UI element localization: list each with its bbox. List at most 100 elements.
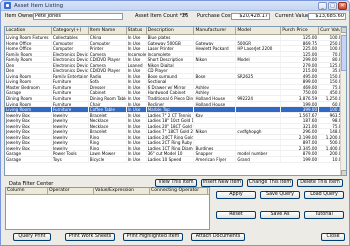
cell-purch-price: 897.00 (281, 140, 320, 145)
cell-description: Nikon Digital (147, 62, 195, 68)
count-value: 26 (182, 13, 189, 19)
cell-model (236, 51, 282, 57)
query-print-button[interactable]: Query Print (13, 233, 51, 241)
data-filter-grid[interactable]: Column Operator Value/Expression Connect… (5, 187, 210, 230)
cell-location: Living Room (5, 107, 52, 112)
cell-item-name: Computer (89, 40, 127, 46)
maximize-button[interactable]: □ (328, 2, 337, 10)
cell-description: Traditional 6 Piece Dining Room (147, 96, 195, 101)
cell-category: Furniture (52, 101, 89, 107)
load-query-button[interactable]: Load Query (304, 191, 344, 199)
print-highlighted-button[interactable]: Print Highlighted Item (123, 233, 183, 241)
close-window-button[interactable]: ✕ (338, 2, 347, 10)
owner-field[interactable]: Pete Jones (33, 13, 123, 20)
cell-category: Electronics Devices (52, 57, 89, 62)
cell-description: Sectional (147, 79, 195, 84)
cell-purch-price: 899.00 (281, 79, 320, 84)
cell-purch-price: 3,876.59 (281, 96, 320, 101)
apply-button[interactable]: Apply (216, 191, 256, 199)
cell-manufacturer: Nikon (194, 57, 237, 62)
column-header-location[interactable]: Location (5, 27, 52, 34)
cell-location: Garage (5, 90, 52, 96)
column-header-item-name[interactable]: Item Name (89, 27, 127, 34)
cell-model (236, 145, 282, 151)
cell-description: Marble Top (147, 107, 195, 112)
cell-description: Ladies 20" 18CT Gold 25GR (147, 123, 195, 129)
cell-purch-price: 869.75 (281, 40, 320, 46)
cell-location: Jewelry Box (5, 118, 52, 123)
window-controls: _ □ ✕ (318, 2, 347, 10)
cell-description: Recliner (147, 101, 195, 107)
minimize-button[interactable]: _ (318, 2, 327, 10)
cell-category: Computer (52, 46, 89, 51)
cell-manufacturer: Gateway (194, 40, 237, 46)
cell-category: Collectables (52, 35, 89, 40)
cell-category: Furniture (52, 84, 89, 90)
asset-items-grid[interactable]: Location Category(+) Item Name Status Descri… (4, 26, 347, 176)
cell-status: In Use (127, 134, 147, 140)
cell-location: Master Bedroom (5, 84, 52, 90)
cell-model: cvdfghopgh (236, 129, 282, 134)
cell-status: In Use (127, 35, 147, 40)
cell-category: Jewelry (52, 123, 89, 129)
column-header-purch-price[interactable]: Purch Price (281, 27, 320, 34)
scroll-up-arrow-icon[interactable] (341, 27, 346, 33)
cell-category: Furniture (52, 79, 89, 84)
print-work-sheets-button[interactable]: Print Work Sheets (65, 233, 115, 241)
cell-purch-price: 125.00 (281, 51, 320, 57)
save-query-button[interactable]: Save Query (260, 191, 300, 199)
cell-location: Jewelry Box (5, 123, 52, 129)
cell-model (236, 134, 282, 140)
cell-manufacturer: American Flyer (194, 157, 237, 162)
table-row[interactable]: Garage Toys Bicycle In Use Ladies 10 Speed Am… (5, 157, 346, 163)
cell-model (236, 35, 282, 40)
column-header-manufacturer[interactable]: Manufacturer (194, 27, 237, 34)
cell-status: Loaned (127, 62, 147, 68)
cell-status: In Use (127, 145, 147, 151)
cell-purch-price: 469.00 (281, 84, 320, 90)
tutorial-button[interactable]: Tutorial (304, 211, 344, 219)
cell-manufacturer (194, 79, 237, 84)
cell-description: 36" cut Model 10 (147, 151, 195, 157)
reset-button[interactable]: Reset (216, 211, 256, 219)
column-header-status[interactable]: Status (127, 27, 147, 34)
column-header-description[interactable]: Description (147, 27, 195, 34)
cell-purch-price: 321.00 (281, 123, 320, 129)
cell-description: Laser Printer (147, 46, 195, 51)
cell-description: CD Player (147, 68, 195, 73)
count-label: Asset Item Count *** (135, 13, 188, 19)
cell-location: Dining Room (5, 96, 52, 101)
cell-manufacturer (194, 35, 237, 40)
cell-status: In Use (127, 73, 147, 79)
cell-location: Living Room Fixtures (5, 35, 52, 40)
save-as-button[interactable]: Save As (260, 211, 300, 219)
cell-manufacturer (194, 51, 237, 57)
cell-status: In Use (127, 129, 147, 134)
cell-description: Blue plates (147, 35, 195, 40)
cell-item-name: Coffee Table (89, 107, 127, 112)
cell-status: In Use (127, 107, 147, 112)
cell-manufacturer: Burdines (194, 145, 237, 151)
change-item-button[interactable]: Change This Item (247, 179, 293, 187)
cell-purch-price: 299.00 (281, 57, 320, 62)
cell-status: In Use (127, 118, 147, 123)
cell-item-name: Bracelet (89, 112, 127, 118)
scroll-thumb[interactable] (341, 35, 346, 71)
cell-description: Gateway 500GB (147, 40, 195, 46)
column-header-category[interactable]: Category(+) (52, 27, 89, 34)
close-button[interactable]: Close (321, 233, 345, 241)
filter-header: Column Operator Value/Expression Connect… (6, 188, 209, 195)
attach-documents-button[interactable]: Attach Documents (191, 233, 245, 241)
column-header-model[interactable]: Model (236, 27, 282, 34)
title-bar[interactable]: Asset Item Listing _ □ ✕ (1, 1, 349, 11)
view-item-button[interactable]: View This Item (155, 179, 197, 187)
cell-item-name: Ring (89, 145, 127, 151)
cell-model: model number (236, 151, 282, 157)
delete-item-button[interactable]: Delete This Item (297, 179, 343, 187)
cell-item-name: CD/DVD Player (89, 68, 127, 73)
scroll-down-arrow-icon[interactable] (341, 170, 346, 175)
vertical-scrollbar[interactable] (340, 27, 346, 175)
cell-model (236, 84, 282, 90)
insert-item-button[interactable]: Insert New Item (201, 179, 243, 187)
cell-description: Ladies 7" 18CT Gold 25GR (147, 129, 195, 134)
